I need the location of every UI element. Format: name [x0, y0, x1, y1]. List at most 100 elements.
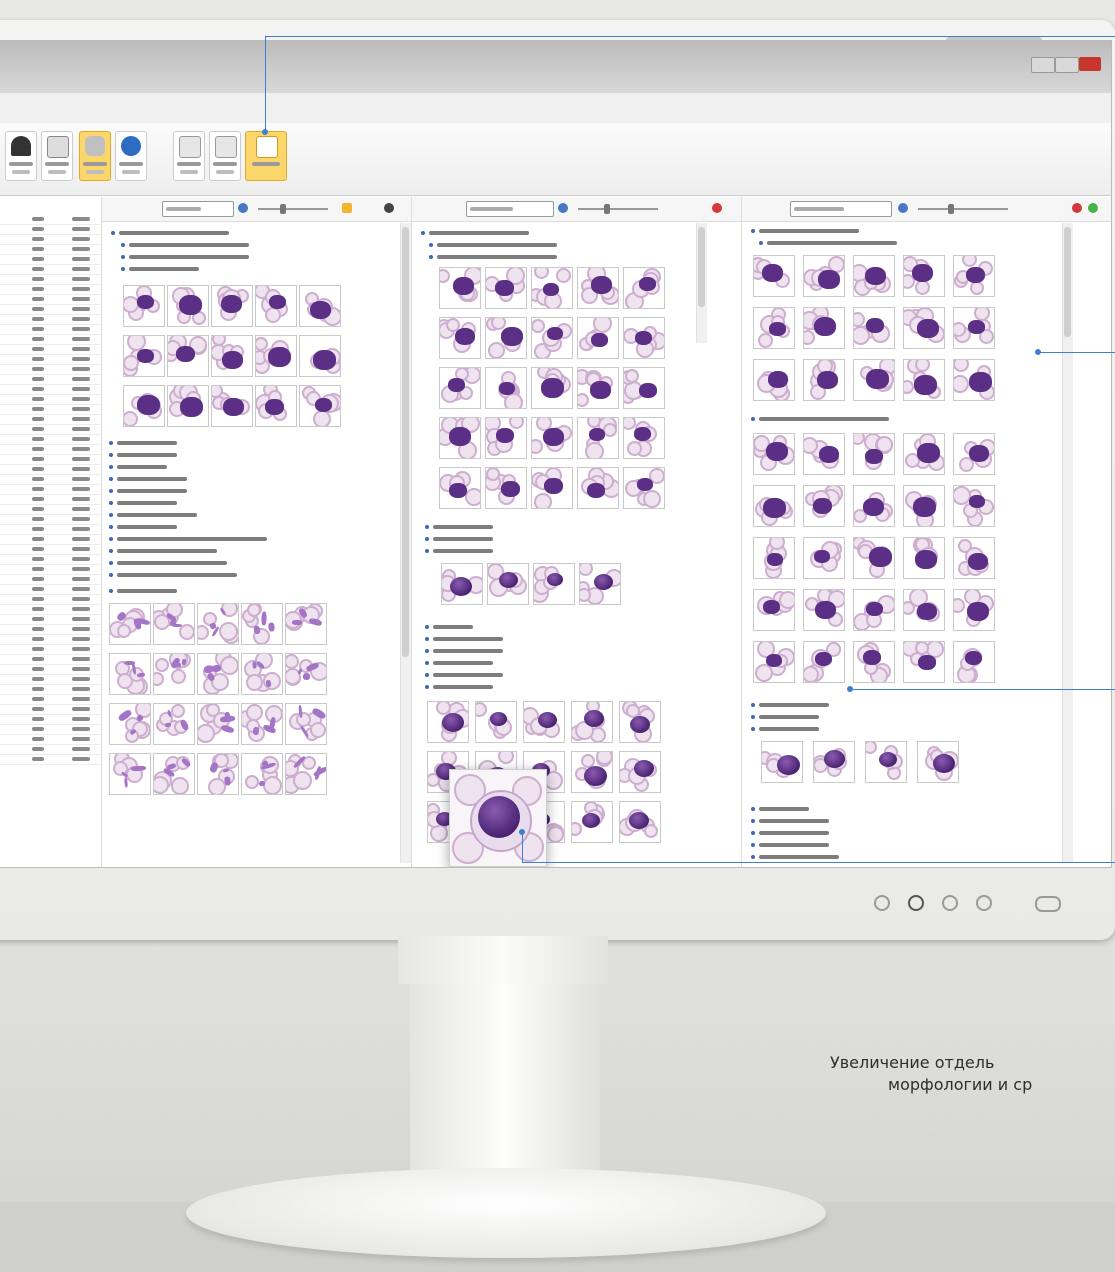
cell-thumbnail[interactable] — [753, 433, 795, 475]
cell-thumbnail[interactable] — [803, 255, 845, 297]
cell-thumbnail[interactable] — [531, 267, 573, 309]
tree-item[interactable] — [759, 239, 899, 247]
cell-thumbnail[interactable] — [753, 255, 795, 297]
tree-item[interactable] — [751, 817, 831, 825]
cell-thumbnail[interactable] — [255, 335, 297, 377]
panel-3-zoom-slider[interactable] — [918, 204, 1008, 214]
cell-thumbnail[interactable] — [123, 335, 165, 377]
cell-thumbnail[interactable] — [153, 603, 195, 645]
panel-1-zoom-icon[interactable] — [342, 203, 352, 213]
cell-thumbnail[interactable] — [153, 753, 195, 795]
cell-thumbnail[interactable] — [753, 537, 795, 579]
cell-thumbnail[interactable] — [439, 367, 481, 409]
cell-thumbnail[interactable] — [441, 563, 483, 605]
cell-thumbnail[interactable] — [917, 741, 959, 783]
tree-item[interactable] — [751, 227, 861, 235]
cell-thumbnail[interactable] — [803, 307, 845, 349]
panel-2-globe-icon[interactable] — [558, 203, 568, 213]
cell-thumbnail[interactable] — [953, 255, 995, 297]
monitor-button-1[interactable] — [874, 895, 890, 911]
tree-item[interactable] — [121, 265, 201, 273]
tree-item[interactable] — [109, 463, 169, 471]
cell-thumbnail[interactable] — [571, 801, 613, 843]
cell-thumbnail[interactable] — [523, 701, 565, 743]
cell-thumbnail[interactable] — [255, 285, 297, 327]
analysis-button[interactable] — [209, 131, 241, 181]
cell-thumbnail[interactable] — [439, 317, 481, 359]
cell-thumbnail[interactable] — [579, 563, 621, 605]
cell-thumbnail[interactable] — [753, 589, 795, 631]
cell-thumbnail[interactable] — [865, 741, 907, 783]
cell-thumbnail[interactable] — [903, 359, 945, 401]
cell-thumbnail[interactable] — [211, 385, 253, 427]
cell-thumbnail[interactable] — [255, 385, 297, 427]
tree-item[interactable] — [751, 725, 821, 733]
tree-item[interactable] — [425, 635, 505, 643]
cell-thumbnail[interactable] — [531, 417, 573, 459]
tree-item[interactable] — [425, 647, 505, 655]
cell-thumbnail[interactable] — [299, 285, 341, 327]
panel-2-filter-select[interactable] — [466, 201, 554, 217]
tree-item[interactable] — [751, 701, 831, 709]
cell-thumbnail[interactable] — [285, 703, 327, 745]
cell-thumbnail[interactable] — [299, 385, 341, 427]
tree-item[interactable] — [751, 713, 821, 721]
cell-thumbnail[interactable] — [753, 359, 795, 401]
cell-thumbnail[interactable] — [577, 467, 619, 509]
tree-item[interactable] — [425, 535, 495, 543]
cell-thumbnail[interactable] — [853, 485, 895, 527]
tree-item[interactable] — [109, 475, 189, 483]
refresh-button[interactable] — [115, 131, 147, 181]
monitor-button-3[interactable] — [942, 895, 958, 911]
cell-thumbnail[interactable] — [109, 653, 151, 695]
panel-3-globe-icon[interactable] — [898, 203, 908, 213]
tree-item[interactable] — [751, 415, 891, 423]
microscope-button[interactable] — [5, 131, 37, 181]
tree-item[interactable] — [751, 841, 831, 849]
cell-thumbnail[interactable] — [953, 589, 995, 631]
tree-item[interactable] — [111, 229, 231, 237]
cell-thumbnail[interactable] — [487, 563, 529, 605]
cell-thumbnail[interactable] — [109, 753, 151, 795]
cell-thumbnail[interactable] — [485, 317, 527, 359]
tree-item[interactable] — [425, 523, 495, 531]
cell-thumbnail[interactable] — [197, 603, 239, 645]
zoomed-cell-preview[interactable] — [449, 769, 547, 867]
cell-thumbnail[interactable] — [485, 267, 527, 309]
cell-thumbnail[interactable] — [903, 589, 945, 631]
cell-thumbnail[interactable] — [439, 267, 481, 309]
tree-item[interactable] — [425, 547, 495, 555]
cell-thumbnail[interactable] — [531, 367, 573, 409]
cell-thumbnail[interactable] — [853, 589, 895, 631]
create-report-button[interactable] — [41, 131, 73, 181]
tree-item[interactable] — [109, 439, 179, 447]
show-all-button[interactable] — [79, 131, 111, 181]
cell-thumbnail[interactable] — [427, 701, 469, 743]
cell-thumbnail[interactable] — [803, 433, 845, 475]
minimize-icon[interactable] — [1031, 57, 1055, 73]
cell-thumbnail[interactable] — [953, 433, 995, 475]
cell-thumbnail[interactable] — [475, 701, 517, 743]
cell-thumbnail[interactable] — [619, 801, 661, 843]
panel-3-scrollbar[interactable] — [1062, 223, 1073, 863]
cell-thumbnail[interactable] — [803, 537, 845, 579]
cell-thumbnail[interactable] — [109, 603, 151, 645]
cell-thumbnail[interactable] — [623, 417, 665, 459]
tree-item[interactable] — [109, 487, 189, 495]
cell-thumbnail[interactable] — [761, 741, 803, 783]
cell-thumbnail[interactable] — [577, 367, 619, 409]
tree-item[interactable] — [751, 829, 831, 837]
tree-item[interactable] — [109, 451, 179, 459]
cell-thumbnail[interactable] — [577, 417, 619, 459]
cell-thumbnail[interactable] — [903, 537, 945, 579]
monitor-button-2[interactable] — [908, 895, 924, 911]
cell-thumbnail[interactable] — [953, 641, 995, 683]
cell-thumbnail[interactable] — [623, 467, 665, 509]
monitor-button-4[interactable] — [976, 895, 992, 911]
cell-thumbnail[interactable] — [197, 753, 239, 795]
tree-item[interactable] — [109, 523, 179, 531]
cell-thumbnail[interactable] — [197, 703, 239, 745]
cell-thumbnail[interactable] — [619, 701, 661, 743]
cell-thumbnail[interactable] — [853, 433, 895, 475]
cell-thumbnail[interactable] — [285, 603, 327, 645]
